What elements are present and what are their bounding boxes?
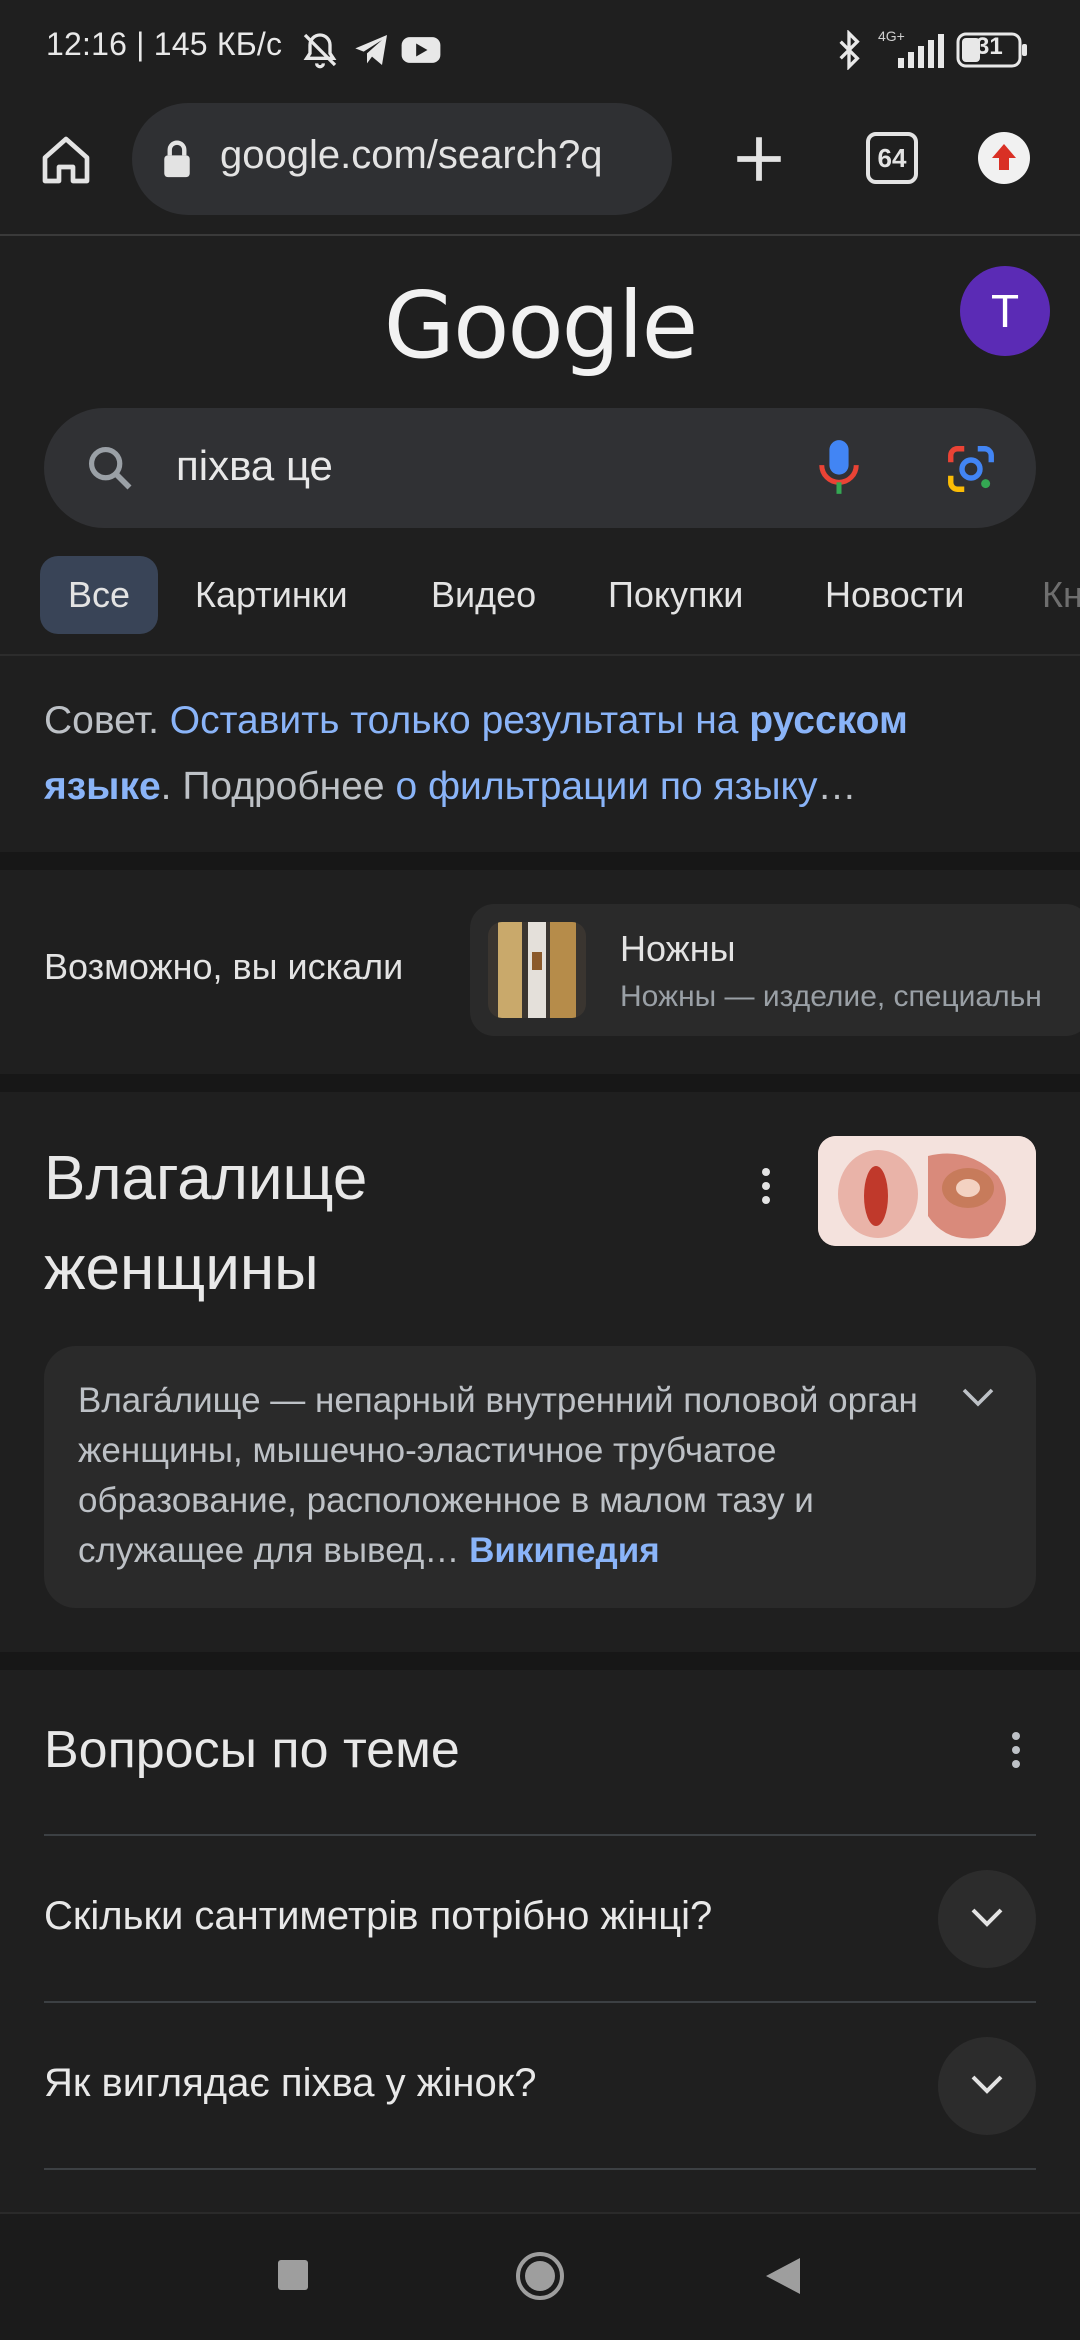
tab-switcher-button[interactable]: 64 [866, 132, 918, 184]
did-you-mean-title[interactable]: Ножны [620, 928, 735, 970]
did-you-mean-thumbnail [488, 922, 586, 1018]
browser-toolbar: google.com/search?q 64 [0, 96, 1080, 236]
knowledge-panel-image[interactable] [818, 1136, 1036, 1246]
tab-videos[interactable]: Видео [431, 556, 536, 634]
status-time-speed: 12:16 | 145 КБ/с [46, 26, 283, 62]
wikipedia-link[interactable]: Википедия [469, 1531, 660, 1570]
chevron-down-icon [971, 1908, 1003, 1927]
question-divider [44, 1834, 1036, 1836]
address-bar[interactable]: google.com/search?q [132, 103, 672, 215]
update-icon[interactable] [978, 132, 1030, 184]
knowledge-panel-title: Влагалище женщины [44, 1144, 368, 1303]
did-you-mean-label: Возможно, вы искали [44, 946, 404, 987]
avatar[interactable]: T [960, 266, 1050, 356]
home-icon[interactable] [38, 132, 94, 188]
description-ellipsis: … [424, 1531, 470, 1570]
search-icon [84, 442, 136, 499]
description-text: Влага́лище — непарный внутренний половой… [78, 1376, 958, 1576]
youtube-icon [400, 30, 442, 75]
tab-shopping[interactable]: Покупки [608, 556, 743, 634]
did-you-mean-subtitle: Ножны — изделие, специальн [620, 980, 1042, 1013]
tab-books[interactable]: Кн [1042, 556, 1080, 634]
related-questions-heading: Вопросы по теме [44, 1721, 460, 1779]
signal-icon [896, 34, 944, 73]
expand-question-button[interactable] [938, 1870, 1036, 1968]
tab-news[interactable]: Новости [825, 556, 964, 634]
search-tabs: Все Картинки Видео Покупки Новости Кн [0, 552, 1080, 656]
recents-icon[interactable] [276, 2258, 310, 2297]
more-options-icon[interactable] [1010, 1730, 1022, 1775]
search-box[interactable]: піхва це [44, 408, 1036, 528]
bell-off-icon [300, 30, 340, 75]
google-lens-icon[interactable] [944, 442, 998, 501]
tip-prefix: Совет. [44, 699, 170, 742]
chevron-down-icon [971, 2075, 1003, 2094]
search-input[interactable]: піхва це [176, 442, 333, 490]
lock-icon[interactable] [160, 139, 194, 184]
bluetooth-icon [834, 29, 864, 75]
tip-middle: . Подробнее [160, 765, 396, 808]
new-tab-icon[interactable] [730, 130, 788, 193]
telegram-icon [352, 30, 392, 75]
section-divider [0, 1074, 1080, 1092]
language-tip: Совет. Оставить только результаты на рус… [44, 688, 1044, 820]
knowledge-panel-description[interactable]: Влага́лище — непарный внутренний половой… [44, 1346, 1036, 1608]
expand-question-button[interactable] [938, 2037, 1036, 2135]
url-text[interactable]: google.com/search?q [220, 133, 660, 178]
google-logo[interactable]: Google [0, 272, 1080, 379]
tip-link-filter[interactable]: Оставить только результаты на [170, 699, 750, 742]
back-icon[interactable] [764, 2256, 802, 2301]
home-nav-icon[interactable] [514, 2250, 566, 2307]
tab-images[interactable]: Картинки [195, 556, 348, 634]
system-nav-bar [0, 2212, 1080, 2340]
section-divider [0, 852, 1080, 870]
question-divider [44, 2001, 1036, 2003]
question-item[interactable]: Скільки сантиметрів потрібно жінці? [44, 1894, 712, 1939]
chevron-down-icon[interactable] [958, 1384, 998, 1415]
more-options-icon[interactable] [760, 1166, 772, 1211]
tab-all[interactable]: Все [40, 556, 159, 634]
tip-link-more[interactable]: о фильтрации по языку [395, 765, 817, 808]
tip-suffix: … [817, 765, 857, 808]
battery-level: 31 [976, 33, 1003, 60]
did-you-mean-card[interactable]: Ножны Ножны — изделие, специальн [470, 904, 1080, 1036]
question-item[interactable]: Як виглядає піхва у жінок? [44, 2061, 536, 2106]
microphone-icon[interactable] [816, 436, 862, 503]
section-divider [0, 1652, 1080, 1670]
question-divider [44, 2168, 1036, 2170]
status-bar: 12:16 | 145 КБ/с 4G+ 31 [0, 0, 1080, 96]
